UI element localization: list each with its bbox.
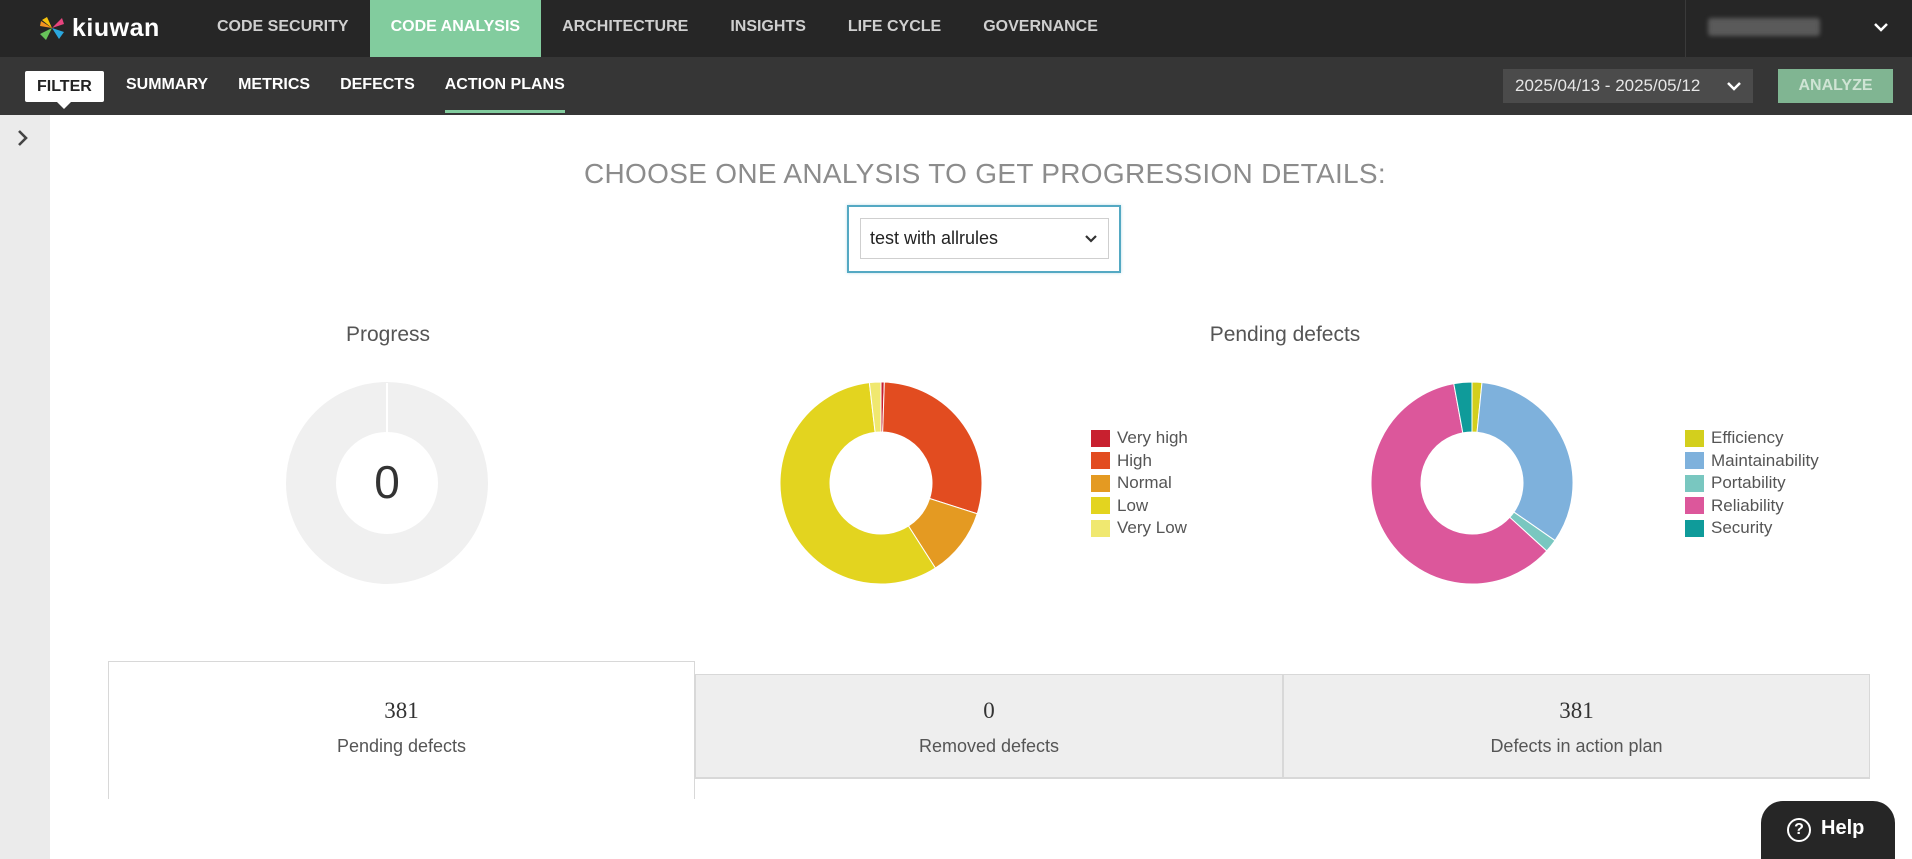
legend-label: Portability bbox=[1711, 473, 1786, 493]
legend-item: High bbox=[1091, 450, 1188, 473]
legend-swatch bbox=[1685, 474, 1704, 492]
legend-item: Normal bbox=[1091, 472, 1188, 495]
characteristic-donut-chart bbox=[1370, 381, 1574, 585]
legend-item: Very high bbox=[1091, 427, 1188, 450]
legend-swatch bbox=[1091, 452, 1110, 470]
legend-item: Very Low bbox=[1091, 517, 1188, 540]
nav-insights[interactable]: INSIGHTS bbox=[709, 0, 827, 57]
help-button[interactable]: ? Help bbox=[1761, 801, 1895, 859]
legend-label: Security bbox=[1711, 518, 1773, 538]
priority-legend: Very high High Normal Low Very Low bbox=[1091, 427, 1188, 540]
priority-slice-high[interactable] bbox=[882, 381, 983, 515]
top-navigation-bar: kiuwan CODE SECURITY CODE ANALYSIS ARCHI… bbox=[0, 0, 1912, 57]
logo-text: kiuwan bbox=[72, 13, 160, 42]
stat-defects-in-action-plan[interactable]: 381 Defects in action plan bbox=[1283, 674, 1870, 778]
help-label: Help bbox=[1821, 817, 1865, 839]
legend-item: Portability bbox=[1685, 472, 1819, 495]
nav-governance[interactable]: GOVERNANCE bbox=[962, 0, 1119, 57]
progress-donut-chart: 0 bbox=[286, 382, 488, 584]
nav-code-security[interactable]: CODE SECURITY bbox=[196, 0, 370, 57]
stat-value: 381 bbox=[384, 698, 419, 723]
nav-architecture[interactable]: ARCHITECTURE bbox=[541, 0, 709, 57]
section-tabs: SUMMARY METRICS DEFECTS ACTION PLANS bbox=[111, 57, 580, 115]
date-range-value: 2025/04/13 - 2025/05/12 bbox=[1515, 76, 1701, 95]
tab-summary[interactable]: SUMMARY bbox=[111, 57, 223, 115]
characteristic-slice-maintainability[interactable] bbox=[1476, 381, 1574, 542]
nav-code-analysis[interactable]: CODE ANALYSIS bbox=[369, 0, 542, 57]
legend-label: Low bbox=[1117, 495, 1149, 515]
analysis-select-value: test with allrules bbox=[870, 228, 999, 248]
filter-tab[interactable]: FILTER bbox=[25, 71, 104, 109]
tab-defects[interactable]: DEFECTS bbox=[325, 57, 430, 115]
chevron-down-icon bbox=[1085, 235, 1097, 243]
characteristic-legend: Efficiency Maintainability Portability R… bbox=[1685, 427, 1819, 540]
stat-value: 381 bbox=[1559, 698, 1594, 723]
legend-label: Reliability bbox=[1711, 495, 1784, 515]
date-range-selector[interactable]: 2025/04/13 - 2025/05/12 bbox=[1503, 69, 1753, 103]
legend-label: Very Low bbox=[1117, 518, 1187, 538]
legend-label: High bbox=[1117, 450, 1152, 470]
legend-swatch bbox=[1091, 497, 1110, 515]
legend-label: Normal bbox=[1117, 473, 1172, 493]
legend-item: Maintainability bbox=[1685, 450, 1819, 473]
stat-removed-defects[interactable]: 0 Removed defects bbox=[695, 674, 1283, 778]
progress-value: 0 bbox=[374, 456, 400, 508]
pending-defects-title: Pending defects bbox=[1209, 323, 1361, 346]
legend-label: Efficiency bbox=[1711, 428, 1784, 448]
legend-item: Security bbox=[1685, 517, 1819, 540]
user-name-blurred bbox=[1708, 18, 1820, 36]
page-heading: CHOOSE ONE ANALYSIS TO GET PROGRESSION D… bbox=[584, 158, 1386, 189]
legend-item: Reliability bbox=[1685, 495, 1819, 518]
tab-action-plans[interactable]: ACTION PLANS bbox=[430, 57, 580, 115]
stat-label: Defects in action plan bbox=[1490, 736, 1663, 756]
question-icon: ? bbox=[1787, 818, 1811, 842]
legend-swatch bbox=[1091, 519, 1110, 537]
priority-donut-chart bbox=[779, 381, 983, 585]
user-menu[interactable] bbox=[1685, 0, 1912, 57]
stat-label: Pending defects bbox=[336, 736, 467, 756]
kiuwan-logo[interactable]: kiuwan bbox=[38, 11, 160, 45]
legend-swatch bbox=[1685, 519, 1704, 537]
stat-label: Removed defects bbox=[918, 736, 1060, 756]
legend-swatch bbox=[1685, 497, 1704, 515]
legend-swatch bbox=[1685, 452, 1704, 470]
chevron-down-icon bbox=[1727, 82, 1741, 91]
legend-swatch bbox=[1091, 429, 1110, 447]
analysis-select[interactable]: test with allrules bbox=[860, 218, 1109, 259]
legend-label: Very high bbox=[1117, 428, 1188, 448]
nav-life-cycle[interactable]: LIFE CYCLE bbox=[827, 0, 962, 57]
legend-swatch bbox=[1685, 429, 1704, 447]
chevron-right-icon[interactable] bbox=[13, 128, 33, 148]
stat-value: 0 bbox=[983, 698, 995, 723]
chevron-down-icon[interactable] bbox=[1872, 18, 1890, 36]
left-sidebar-collapsed bbox=[0, 115, 50, 859]
legend-item: Low bbox=[1091, 495, 1188, 518]
legend-item: Efficiency bbox=[1685, 427, 1819, 450]
stat-pending-defects[interactable]: 381 Pending defects bbox=[108, 661, 695, 799]
main-nav: CODE SECURITY CODE ANALYSIS ARCHITECTURE… bbox=[196, 0, 1119, 57]
analyze-button[interactable]: ANALYZE bbox=[1778, 69, 1893, 103]
kiuwan-logo-icon bbox=[40, 17, 64, 40]
legend-swatch bbox=[1091, 474, 1110, 492]
defect-stats-tabs: 381 Pending defects 0 Removed defects 38… bbox=[108, 661, 1870, 799]
progress-title: Progress bbox=[345, 323, 431, 346]
tab-metrics[interactable]: METRICS bbox=[223, 57, 325, 115]
legend-label: Maintainability bbox=[1711, 450, 1819, 470]
